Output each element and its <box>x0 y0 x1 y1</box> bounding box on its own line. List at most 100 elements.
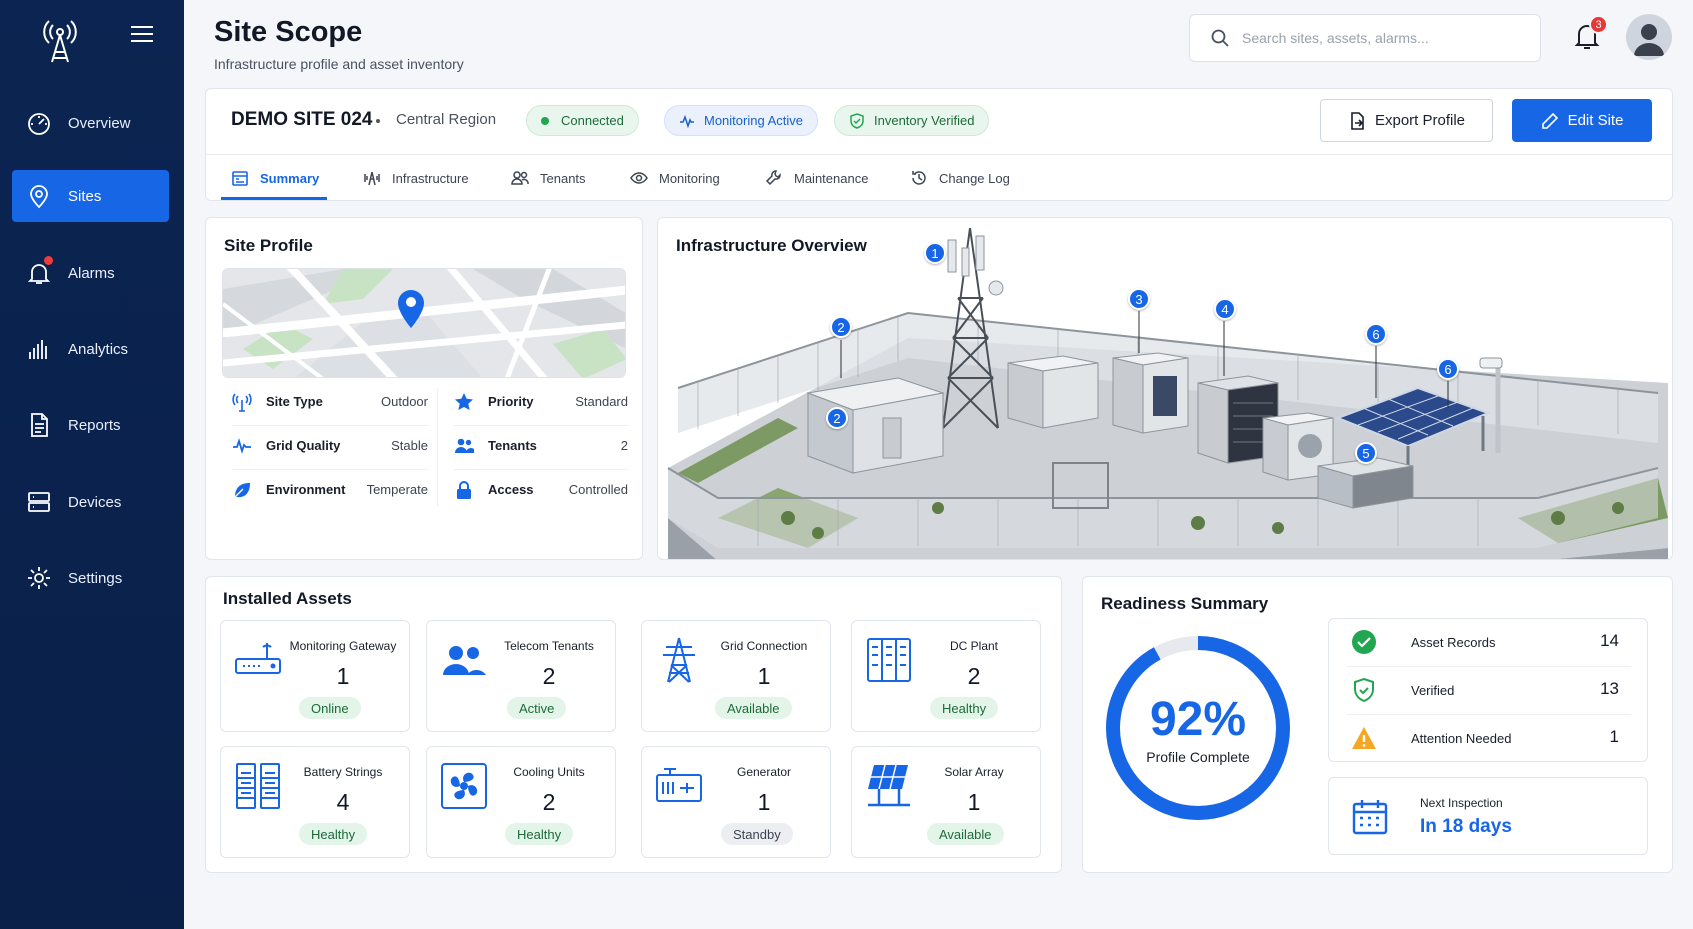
search-box[interactable] <box>1189 14 1541 62</box>
hamburger-menu-icon[interactable] <box>130 24 154 44</box>
history-icon <box>912 171 926 185</box>
tab-summary[interactable]: Summary <box>231 167 319 189</box>
site-name: DEMO SITE 024 <box>231 109 373 130</box>
sidebar-item-overview[interactable]: Overview <box>12 97 169 149</box>
map-pin-icon <box>398 290 424 328</box>
sidebar-item-devices[interactable]: Devices <box>12 476 169 528</box>
badge-label: Inventory Verified <box>874 113 975 128</box>
site-map[interactable] <box>222 268 626 378</box>
stat-label: Verified <box>1411 683 1455 698</box>
stat-label: Asset Records <box>1411 635 1496 650</box>
next-inspection-value: In 18 days <box>1420 816 1512 837</box>
user-avatar[interactable] <box>1626 14 1672 60</box>
asset-count: 2 <box>542 789 556 815</box>
tab-monitoring[interactable]: Monitoring <box>630 167 720 189</box>
profile-label: Grid Quality <box>266 438 341 453</box>
site-profile-panel: Site Profile Site Type Outdoor Grid Qual… <box>205 217 643 560</box>
asset-card-generator[interactable]: Generator 1 Standby <box>641 746 831 858</box>
status-badge-connected: Connected <box>526 105 639 136</box>
online-dot-icon <box>541 116 549 125</box>
sidebar-item-reports[interactable]: Reports <box>12 399 169 451</box>
badge-label: Monitoring Active <box>704 113 803 128</box>
active-tab-indicator <box>221 197 327 200</box>
page-title: Site Scope <box>214 16 363 48</box>
tab-tenants[interactable]: Tenants <box>511 167 586 189</box>
profile-label: Access <box>488 482 534 497</box>
tab-label: Summary <box>260 170 320 186</box>
fan-icon <box>441 763 487 809</box>
asset-card-dc-plant[interactable]: DC Plant 2 Healthy <box>851 620 1041 732</box>
tab-label: Change Log <box>939 170 1010 186</box>
sidebar-item-settings[interactable]: Settings <box>12 552 169 604</box>
marker-2b[interactable]: 2 <box>826 407 848 429</box>
router-icon <box>235 643 281 674</box>
asset-count: 4 <box>336 789 350 815</box>
wrench-icon <box>765 170 781 186</box>
status-badge: Healthy <box>930 697 999 719</box>
readiness-stats-box: Asset Records 14 Verified 13 Attention N… <box>1328 618 1648 762</box>
asset-card-solar-array[interactable]: Solar Array 1 Available <box>851 746 1041 858</box>
asset-count: 2 <box>967 663 981 689</box>
profile-value: 2 <box>620 438 628 453</box>
marker-6b[interactable]: 6 <box>1437 358 1459 380</box>
site-region: Central Region <box>396 111 497 128</box>
marker-5[interactable]: 5 <box>1355 442 1377 464</box>
export-profile-button[interactable]: Export Profile <box>1320 99 1493 142</box>
profile-value: Outdoor <box>381 394 428 409</box>
tabs-divider <box>206 154 1672 155</box>
asset-count: 2 <box>542 663 556 689</box>
marker-1[interactable]: 1 <box>924 242 946 264</box>
asset-card-telecom-tenants[interactable]: Telecom Tenants 2 Active <box>426 620 616 732</box>
search-input[interactable] <box>1242 30 1522 46</box>
tab-maintenance[interactable]: Maintenance <box>765 167 868 189</box>
eye-icon <box>630 172 648 184</box>
asset-count: 1 <box>757 789 771 815</box>
asset-count: 1 <box>757 663 771 689</box>
asset-card-grid-connection[interactable]: Grid Connection 1 Available <box>641 620 831 732</box>
marker-3[interactable]: 3 <box>1128 288 1150 310</box>
asset-card-battery-strings[interactable]: Battery Strings 4 Healthy <box>220 746 410 858</box>
infrastructure-overview-panel: Infrastructure Overview 1 2 2 3 4 6 6 5 <box>657 217 1673 560</box>
tab-label: Maintenance <box>794 170 869 186</box>
asset-card-cooling-units[interactable]: Cooling Units 2 Healthy <box>426 746 616 858</box>
star-icon <box>455 393 473 410</box>
sidebar-item-alarms[interactable]: Alarms <box>12 247 169 299</box>
edit-site-button[interactable]: Edit Site <box>1512 99 1652 142</box>
users-icon <box>455 438 474 453</box>
status-badge: Available <box>927 823 1004 845</box>
readiness-summary-panel: Readiness Summary 92% Profile Complete A… <box>1082 576 1673 873</box>
tab-change-log[interactable]: Change Log <box>910 167 1010 189</box>
shield-check-icon <box>1354 677 1374 703</box>
marker-4[interactable]: 4 <box>1214 298 1236 320</box>
site-illustration <box>667 227 1668 559</box>
panel-title: Infrastructure Overview <box>676 236 867 255</box>
sidebar-item-sites[interactable]: Sites <box>12 170 169 222</box>
user-icon <box>1634 24 1664 56</box>
column-divider <box>437 388 438 506</box>
asset-card-monitoring-gateway[interactable]: Monitoring Gateway 1 Online <box>220 620 410 732</box>
profile-label: Environment <box>266 482 346 497</box>
asset-name: Generator <box>736 765 792 779</box>
separator-dot <box>376 119 380 123</box>
gauge-icon <box>28 113 50 135</box>
marker-2[interactable]: 2 <box>830 316 852 338</box>
users-icon <box>443 646 486 675</box>
status-badge: Healthy <box>505 823 574 845</box>
sidebar-item-label: Sites <box>68 187 102 205</box>
document-icon <box>31 413 48 437</box>
next-inspection-card[interactable]: Next Inspection In 18 days <box>1328 777 1648 855</box>
profile-value: Controlled <box>568 482 628 497</box>
status-badge: Available <box>715 697 792 719</box>
tab-label: Monitoring <box>659 170 720 186</box>
status-badge: Online <box>299 697 361 719</box>
marker-6[interactable]: 6 <box>1365 323 1387 345</box>
page-subtitle: Infrastructure profile and asset invento… <box>214 56 464 72</box>
profile-row-access: Access Controlled <box>454 470 628 510</box>
tab-infrastructure[interactable]: Infrastructure <box>363 167 469 189</box>
profile-row-site-type: Site Type Outdoor <box>232 382 428 422</box>
tab-label: Infrastructure <box>392 170 469 186</box>
sidebar-item-analytics[interactable]: Analytics <box>12 323 169 375</box>
sidebar-item-label: Analytics <box>68 340 129 358</box>
panel-title: Installed Assets <box>223 589 352 608</box>
export-label: Export Profile <box>1374 112 1466 129</box>
